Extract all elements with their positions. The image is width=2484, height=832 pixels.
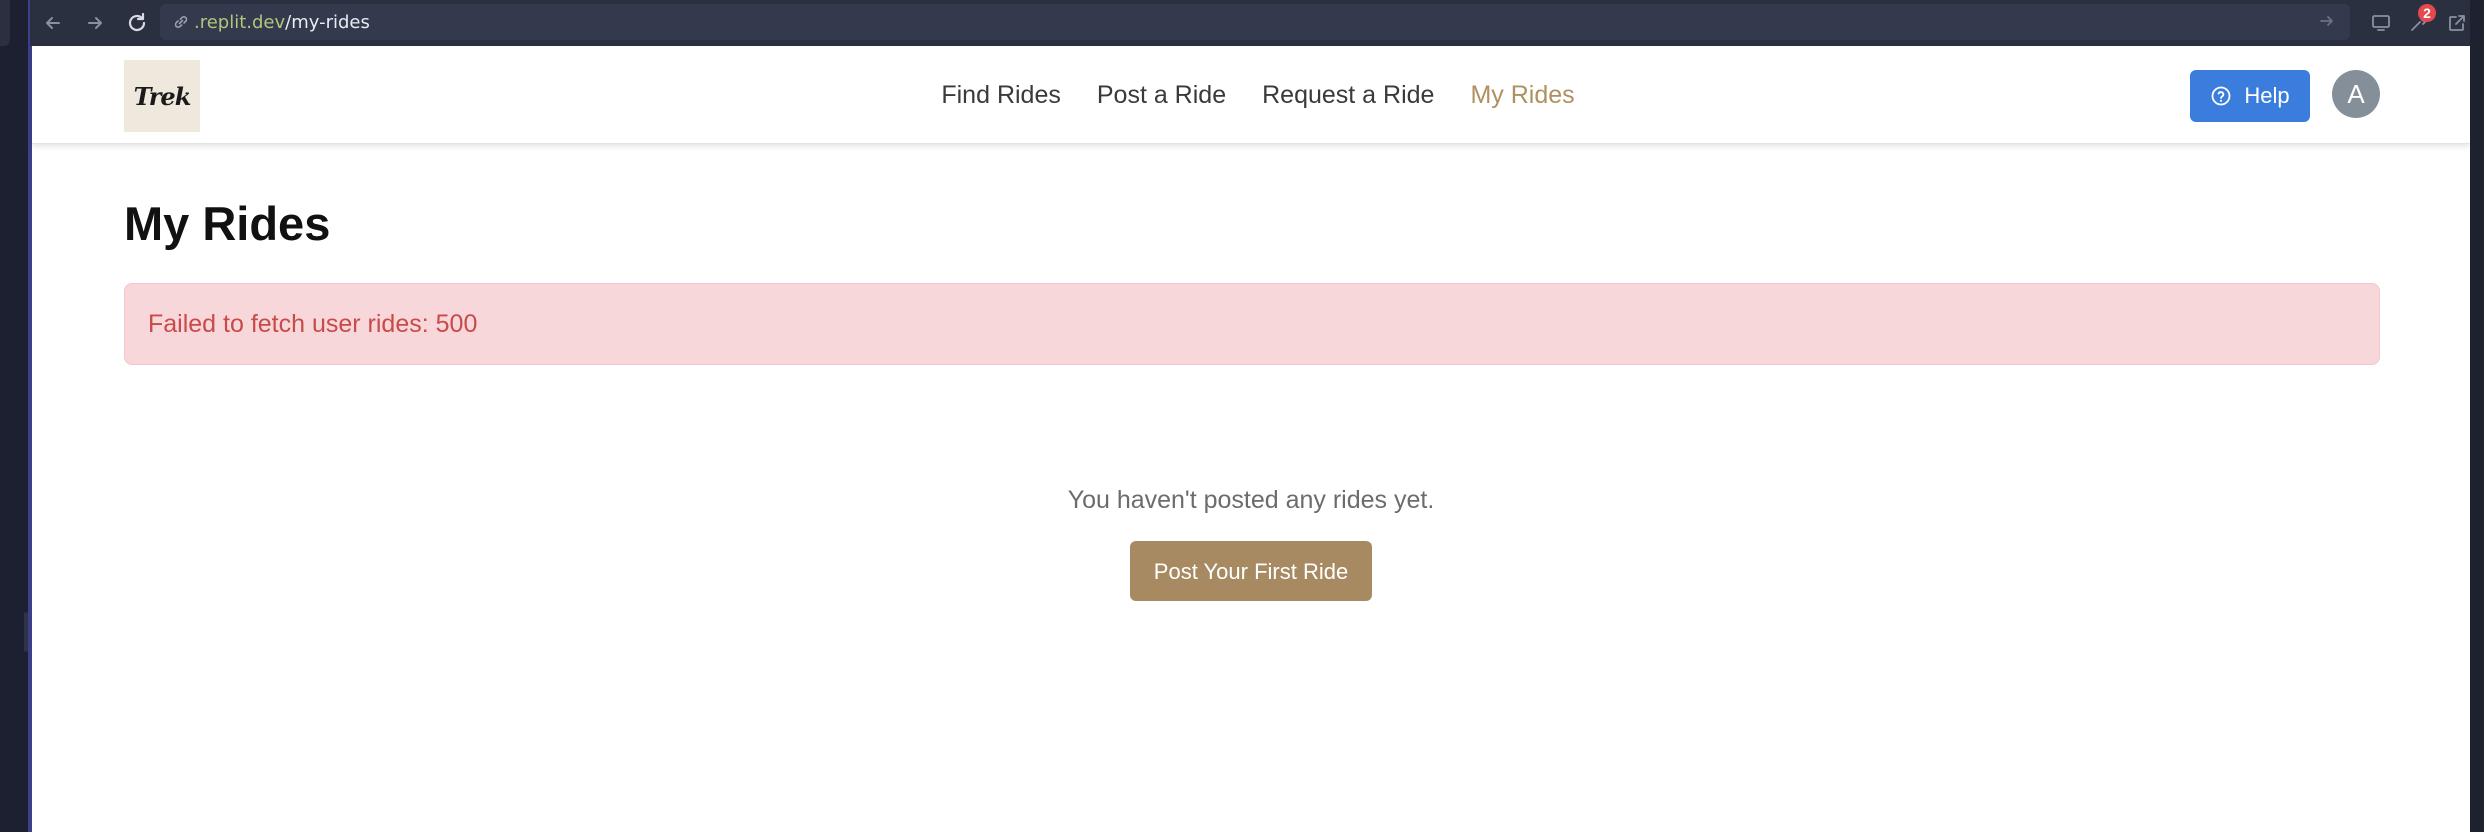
- go-arrow-icon[interactable]: [2318, 12, 2336, 35]
- empty-message: You haven't posted any rides yet.: [1067, 486, 1435, 514]
- ide-left-rail: [0, 0, 30, 832]
- right-gutter: [2470, 0, 2484, 832]
- page-viewport: Trek Find Rides Post a Ride Request a Ri…: [30, 46, 2470, 832]
- back-icon[interactable]: [38, 8, 68, 38]
- forward-icon[interactable]: [80, 8, 110, 38]
- notification-badge: 2: [2418, 4, 2436, 22]
- link-icon: [172, 13, 190, 31]
- help-circle-icon: [2210, 85, 2232, 107]
- devtools-icon[interactable]: 2: [2404, 4, 2436, 38]
- browser-toolbar: .replit.dev/my-rides 2: [30, 0, 2470, 46]
- address-bar[interactable]: .replit.dev/my-rides: [160, 4, 2350, 40]
- user-avatar[interactable]: A: [2332, 70, 2380, 118]
- nav-find-rides[interactable]: Find Rides: [941, 81, 1061, 110]
- devices-icon[interactable]: [2366, 8, 2396, 38]
- post-first-ride-button[interactable]: Post Your First Ride: [1130, 541, 1372, 601]
- url-path: /my-rides: [285, 11, 370, 33]
- page-title: My Rides: [124, 197, 331, 250]
- open-external-icon[interactable]: [2442, 8, 2472, 38]
- resize-handle[interactable]: [24, 612, 28, 652]
- nav-request-a-ride[interactable]: Request a Ride: [1262, 81, 1434, 110]
- main-nav: Find Rides Post a Ride Request a Ride My…: [32, 46, 2470, 144]
- help-label: Help: [2244, 83, 2290, 108]
- site-header: Trek Find Rides Post a Ride Request a Ri…: [32, 46, 2470, 144]
- empty-state: You haven't posted any rides yet. Post Y…: [32, 486, 2470, 601]
- help-button[interactable]: Help: [2190, 70, 2310, 122]
- nav-my-rides[interactable]: My Rides: [1470, 81, 1574, 110]
- reload-icon[interactable]: [122, 8, 152, 38]
- url-domain: .replit.dev: [194, 11, 286, 33]
- nav-post-a-ride[interactable]: Post a Ride: [1097, 81, 1226, 110]
- ide-tab-stub[interactable]: [0, 0, 10, 46]
- error-alert: Failed to fetch user rides: 500: [124, 283, 2380, 365]
